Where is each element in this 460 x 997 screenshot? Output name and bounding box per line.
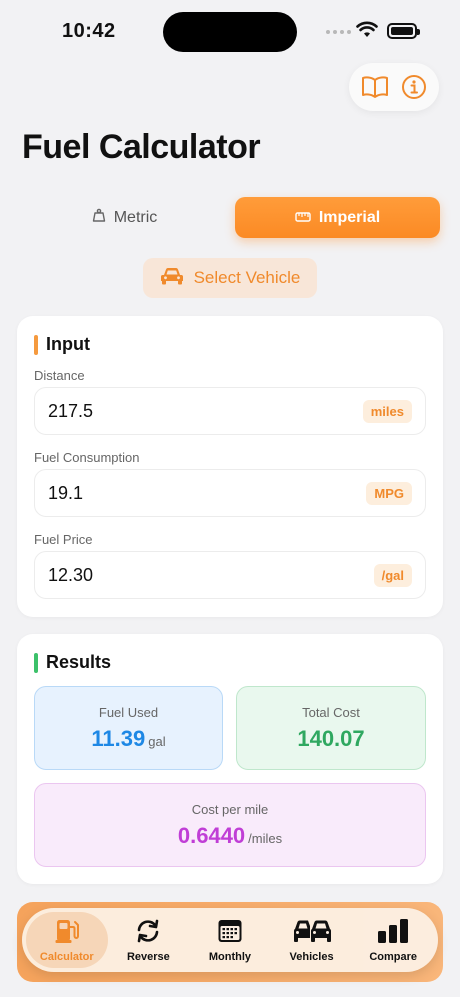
book-icon[interactable] [360,72,390,102]
distance-label: Distance [34,368,85,383]
consumption-field[interactable]: MPG [34,469,426,517]
select-vehicle-label: Select Vehicle [193,268,301,287]
imperial-label: Imperial [318,208,381,226]
tab-monthly[interactable]: Monthly [189,912,271,968]
total-cost-box: Total Cost 140.07 [236,686,426,770]
info-icon[interactable] [399,72,429,102]
tab-monthly-label: Monthly [208,950,252,963]
input-accent-bar [34,334,38,355]
fuel-used-unit: gal [148,734,166,749]
status-bar: 10:42 [0,0,460,64]
fuel-used-label: Fuel Used [98,705,159,720]
weight-icon [92,208,106,227]
consumption-input[interactable] [48,482,298,504]
calendar-icon [217,918,243,949]
price-label: Fuel Price [34,532,93,547]
total-cost-label: Total Cost [302,705,360,720]
unit-toggle: Metric Imperial [22,197,440,238]
distance-input[interactable] [48,400,298,422]
price-unit-badge: /gal [373,563,412,587]
price-input[interactable] [48,564,298,586]
results-card: Results Fuel Used 11.39 gal Total Cost 14… [17,634,443,884]
cost-per-mile-value-wrap: 0.6440/miles [35,823,425,849]
distance-unit-badge: miles [362,399,412,423]
metric-button[interactable]: Metric [22,197,227,238]
price-field[interactable]: /gal [34,551,426,599]
car-icon [160,267,184,290]
tab-reverse[interactable]: Reverse [108,912,190,968]
fuel-used-box: Fuel Used 11.39 gal [34,686,223,770]
tab-vehicles[interactable]: Vehicles [271,912,353,968]
signal-icon [326,30,351,34]
fuel-used-value: 11.39 [91,726,146,751]
top-actions [349,63,439,111]
ruler-icon [295,209,311,227]
cost-per-mile-label: Cost per mile [191,802,269,817]
distance-field[interactable]: miles [34,387,426,435]
consumption-unit-badge: MPG [366,481,412,505]
cost-per-mile-box: Cost per mile 0.6440/miles [34,783,426,867]
tab-compare[interactable]: Compare [352,912,434,968]
input-card: Input Distance miles Fuel Consumption MP… [17,316,443,617]
fuel-used-value-wrap: 11.39 gal [35,726,222,752]
results-header: Results [34,652,111,673]
select-vehicle-button[interactable]: Select Vehicle [143,258,317,298]
tab-calculator-label: Calculator [39,950,94,963]
reverse-arrows-icon [134,918,162,949]
results-accent-bar [34,652,38,673]
results-title: Results [46,652,112,672]
total-cost-value: 140.07 [297,726,365,751]
status-time: 10:42 [62,20,116,42]
imperial-button[interactable]: Imperial [235,197,440,238]
cost-per-mile-unit: /miles [248,831,283,846]
input-title: Input [46,334,90,354]
consumption-label: Fuel Consumption [34,450,140,465]
tab-calculator[interactable]: Calculator [26,912,108,968]
cost-per-mile-value: 0.6440 [177,823,246,848]
dynamic-island [163,12,297,52]
page-title: Fuel Calculator [22,128,261,166]
tab-vehicles-label: Vehicles [289,950,334,963]
tab-bar: Calculator Reverse Monthly Vehicles Comp… [22,908,438,972]
cars-icon [292,918,332,949]
tab-compare-label: Compare [369,950,418,963]
wifi-icon [356,21,378,44]
battery-icon [387,23,420,39]
input-header: Input [34,334,90,355]
bar-chart-icon [376,918,410,949]
metric-label: Metric [113,208,158,226]
tab-reverse-label: Reverse [126,950,170,963]
fuel-pump-icon [54,918,80,949]
